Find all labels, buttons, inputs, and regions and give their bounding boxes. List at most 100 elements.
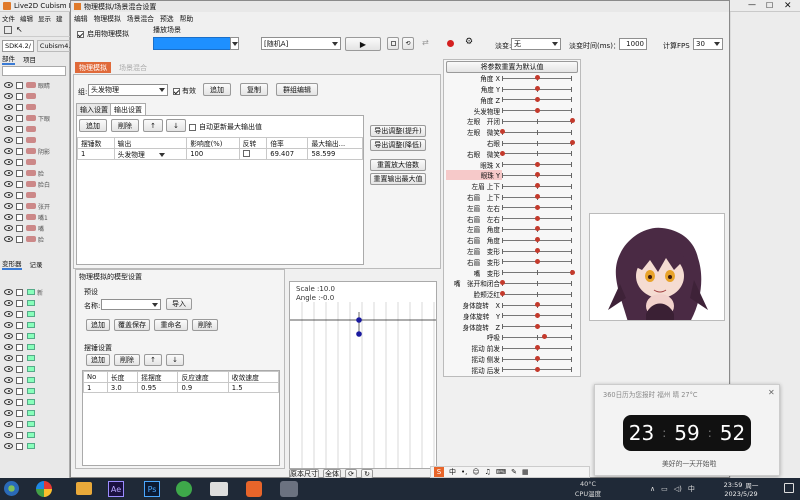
ime-skin-icon[interactable]: ✎: [511, 468, 517, 476]
overwrite-save-button[interactable]: 覆盖保存: [114, 319, 150, 331]
deformer-row[interactable]: [0, 320, 70, 331]
slider-knob[interactable]: [569, 269, 575, 275]
slider-knob[interactable]: [534, 215, 540, 221]
visibility-eye-icon[interactable]: [4, 93, 13, 100]
reset-params-button[interactable]: 将参数重置为默认值: [446, 61, 578, 73]
menu-physics[interactable]: 物理模拟: [94, 13, 121, 23]
pendulum-bob[interactable]: [356, 331, 362, 337]
parameter-row[interactable]: 右眉 角度: [446, 235, 580, 246]
play-button[interactable]: ▶: [345, 37, 381, 51]
parameter-slider[interactable]: [502, 214, 572, 223]
pendulum-col-header[interactable]: 长度: [106, 371, 139, 383]
rename-button[interactable]: 重命名: [154, 319, 188, 331]
slider-knob[interactable]: [534, 75, 540, 81]
output-col-header[interactable]: 摆锤数: [77, 137, 115, 149]
lock-checkbox[interactable]: [16, 125, 23, 133]
ime-keyboard-icon[interactable]: ⌨: [496, 468, 506, 476]
deformer-row[interactable]: 新: [0, 287, 70, 298]
pendulum-col-header[interactable]: No: [83, 371, 108, 383]
visibility-eye-icon[interactable]: [4, 82, 13, 89]
parameter-slider[interactable]: [502, 193, 572, 202]
slider-knob[interactable]: [534, 312, 540, 318]
fade-time-input[interactable]: 1000: [619, 38, 647, 50]
parameter-row[interactable]: 身体旋转 Y: [446, 311, 580, 322]
notification-icon[interactable]: [784, 483, 794, 493]
parameter-slider[interactable]: [499, 149, 572, 158]
parameter-row[interactable]: 角度 Z: [446, 95, 580, 106]
parameter-row[interactable]: 右眉 左右: [446, 213, 580, 224]
parameter-slider[interactable]: [499, 279, 572, 288]
table-row[interactable]: 1 3.0 0.95 0.9 1.5: [83, 382, 280, 393]
table-cell[interactable]: 0.9: [177, 382, 229, 393]
parameter-slider[interactable]: [502, 257, 572, 266]
layer-row[interactable]: 嘴1: [0, 212, 70, 223]
output-delete-button[interactable]: 削除: [111, 119, 139, 132]
random-select[interactable]: [随机A]: [261, 37, 341, 50]
parameter-slider[interactable]: [502, 160, 572, 169]
output-col-header[interactable]: 反转: [238, 137, 268, 149]
lock-checkbox[interactable]: [16, 136, 23, 144]
slider-knob[interactable]: [534, 96, 540, 102]
visibility-eye-icon[interactable]: [4, 388, 13, 395]
parameter-slider[interactable]: [502, 182, 572, 191]
auto-update-wrap[interactable]: 自动更新最大输出值: [189, 122, 262, 132]
slider-knob[interactable]: [534, 107, 540, 113]
fade-select[interactable]: 无: [511, 38, 561, 50]
record-icon[interactable]: [447, 40, 454, 47]
menu-help[interactable]: 帮助: [180, 13, 194, 23]
reset-max-button[interactable]: 重置输出最大值: [370, 173, 426, 185]
visibility-eye-icon[interactable]: [4, 104, 13, 111]
parameter-slider[interactable]: [502, 106, 572, 115]
tab-items[interactable]: 项目: [23, 54, 36, 64]
parameter-row[interactable]: 左眉 上下: [446, 181, 580, 192]
tab-scene-blend[interactable]: 场景混合: [115, 62, 151, 73]
group-select[interactable]: 头发物理: [88, 84, 168, 96]
window-maximize-icon[interactable]: ☐: [766, 1, 773, 10]
lock-checkbox[interactable]: [16, 332, 23, 340]
visibility-eye-icon[interactable]: [4, 311, 13, 318]
visibility-eye-icon[interactable]: [4, 289, 13, 296]
lock-checkbox[interactable]: [16, 169, 23, 177]
layer-row[interactable]: [0, 157, 70, 168]
start-button-icon[interactable]: [4, 481, 19, 496]
lock-checkbox[interactable]: [16, 387, 23, 395]
parameter-row[interactable]: 摇动 侧发: [446, 354, 580, 365]
lock-checkbox[interactable]: [16, 442, 23, 450]
ime-mic-icon[interactable]: ♫: [485, 468, 491, 476]
deformer-row[interactable]: [0, 441, 70, 452]
left-search-input[interactable]: [2, 66, 66, 76]
valid-checkbox-wrap[interactable]: 有效: [173, 86, 196, 96]
output-add-button[interactable]: 追加: [79, 119, 107, 132]
visibility-eye-icon[interactable]: [4, 300, 13, 307]
stop-button[interactable]: [387, 37, 399, 50]
parameter-slider[interactable]: [502, 85, 572, 94]
parameter-row[interactable]: 脸颊泛红: [446, 289, 580, 300]
deformer-row[interactable]: [0, 408, 70, 419]
select-tool-icon[interactable]: [4, 26, 12, 34]
layer-row[interactable]: [0, 91, 70, 102]
parameter-slider[interactable]: [502, 203, 572, 212]
ime-lang-icon[interactable]: 中: [449, 467, 456, 477]
visibility-eye-icon[interactable]: [4, 410, 13, 417]
media-player-icon[interactable]: [36, 481, 52, 497]
slider-knob[interactable]: [534, 183, 540, 189]
visibility-eye-icon[interactable]: [4, 377, 13, 384]
slider-knob[interactable]: [499, 129, 505, 135]
parameter-row[interactable]: 摇动 前发: [446, 343, 580, 354]
visibility-eye-icon[interactable]: [4, 192, 13, 199]
pendulum-add-button[interactable]: 追加: [86, 354, 110, 366]
lock-checkbox[interactable]: [16, 191, 23, 199]
import-button[interactable]: 导入: [166, 298, 192, 310]
table-cell[interactable]: 100: [186, 148, 240, 160]
group-copy-button[interactable]: 复制: [240, 83, 268, 96]
parameter-slider[interactable]: [502, 247, 572, 256]
enable-physics[interactable]: 启用物理模拟: [77, 29, 129, 39]
lock-checkbox[interactable]: [16, 299, 23, 307]
scene-dropdown-arrow[interactable]: [230, 37, 239, 50]
parameter-row[interactable]: 嘴 张开和闭合: [446, 278, 580, 289]
visibility-eye-icon[interactable]: [4, 344, 13, 351]
output-down-button[interactable]: ↓: [166, 119, 186, 132]
slider-knob[interactable]: [534, 172, 540, 178]
layer-row[interactable]: [0, 135, 70, 146]
loop-button[interactable]: ⟲: [402, 37, 414, 50]
